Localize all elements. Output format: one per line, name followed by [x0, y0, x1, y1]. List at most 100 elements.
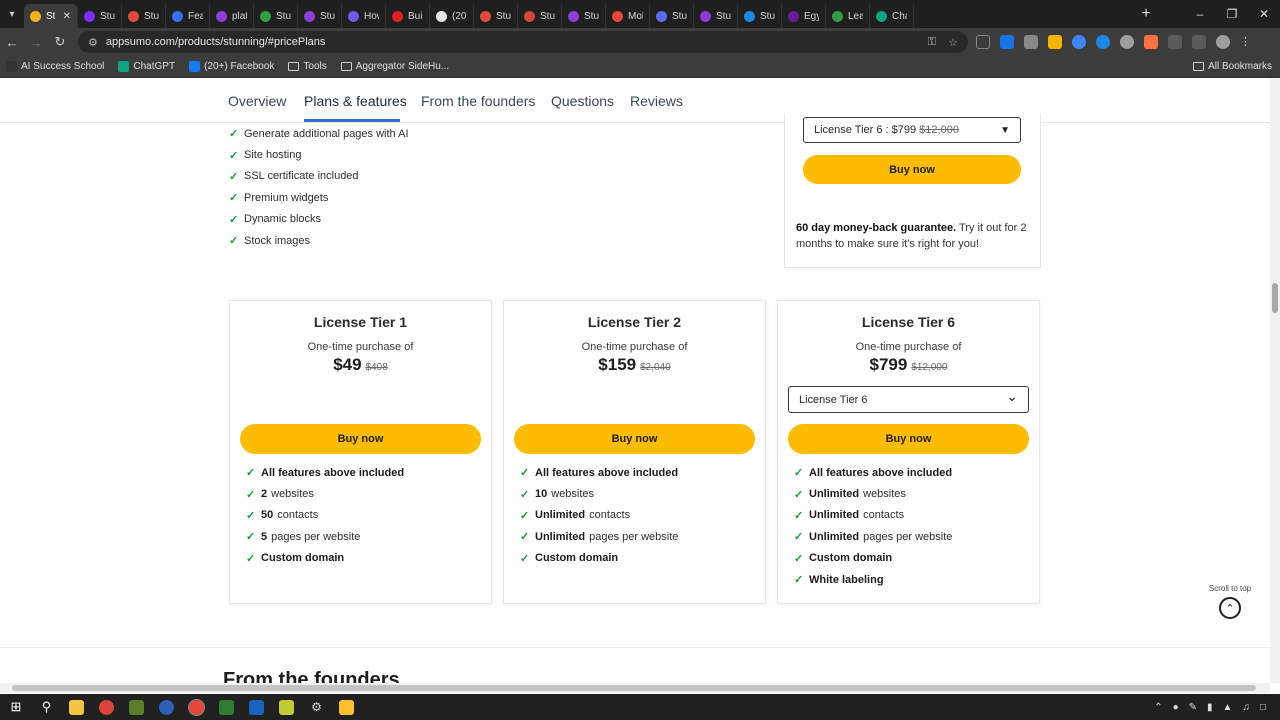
scrollbar-thumb[interactable] — [1272, 283, 1278, 313]
app-icon[interactable] — [339, 699, 354, 715]
browser-tab[interactable]: Stunni — [122, 4, 166, 28]
plan-tier-select[interactable]: License Tier 6 ⌄ — [788, 386, 1029, 413]
plan-subtitle: One-time purchase of — [855, 341, 962, 353]
forward-icon[interactable]: → — [24, 35, 48, 50]
browser-tab[interactable]: Stunni — [738, 4, 782, 28]
browser-tab[interactable]: How t — [342, 4, 386, 28]
volume-icon[interactable]: ♫ — [1242, 702, 1250, 713]
app-icon[interactable] — [279, 699, 294, 715]
pen-icon[interactable]: ✎ — [1189, 702, 1197, 713]
section-tab-1[interactable]: Plans & features — [304, 93, 407, 109]
horizontal-scrollbar[interactable] — [0, 683, 1270, 693]
browser-tab[interactable]: Learn — [826, 4, 870, 28]
extension-icon[interactable] — [1120, 35, 1134, 49]
microphone-icon[interactable]: ● — [1173, 702, 1179, 713]
buy-now-button[interactable]: Buy now — [514, 424, 755, 454]
plan-feature-item: ✓ Unlimited websites — [794, 483, 956, 504]
windows-start-icon[interactable]: ⊞ — [8, 699, 24, 715]
extension-icon[interactable] — [1096, 35, 1110, 49]
browser-tab[interactable]: St ✕ — [24, 4, 78, 28]
browser-tab[interactable]: Stunni — [254, 4, 298, 28]
extension-icon[interactable] — [976, 35, 990, 49]
new-tab-icon[interactable]: + — [1134, 5, 1158, 23]
tab-label: platfo — [232, 10, 247, 22]
app-icon[interactable] — [249, 699, 264, 715]
browser-tab[interactable]: platfo — [210, 4, 254, 28]
browser-tab[interactable]: Egypti — [782, 4, 826, 28]
browser-tab[interactable]: Stunni — [650, 4, 694, 28]
media-icon[interactable] — [1192, 35, 1206, 49]
bookmark-item[interactable]: (20+) Facebook — [189, 61, 274, 72]
browser-tab[interactable]: Stunni — [474, 4, 518, 28]
chevron-up-icon[interactable]: ⌃ — [1154, 702, 1162, 713]
bookmark-star-icon[interactable]: ☆ — [948, 36, 958, 49]
section-tab-3[interactable]: Questions — [551, 93, 614, 109]
tab-label: Featu — [188, 10, 203, 22]
battery-icon[interactable]: ▮ — [1207, 702, 1213, 713]
pricing-card: License Tier 6 One-time purchase of $799 $1… — [777, 300, 1040, 604]
feature-text: Generate additional pages with AI — [244, 127, 409, 140]
license-tier-select[interactable]: License Tier 6 : $799 $12,000 ▼ — [803, 117, 1021, 143]
feature-text: websites — [551, 488, 595, 501]
current-price: $159 — [598, 355, 637, 374]
extension-icon[interactable] — [1000, 35, 1014, 49]
bookmark-item[interactable]: ChatGPT — [118, 61, 175, 72]
browser-tab[interactable]: Stunni — [694, 4, 738, 28]
section-tab-0[interactable]: Overview — [228, 93, 286, 109]
scrollbar-thumb[interactable] — [12, 685, 1256, 691]
tab-favicon-icon — [172, 10, 183, 22]
profile-avatar[interactable] — [1216, 35, 1230, 49]
buy-now-button[interactable]: Buy now — [240, 424, 481, 454]
scroll-to-top-button[interactable]: Scroll to top ⌃ — [1200, 584, 1260, 619]
settings-icon[interactable]: ⚙ — [309, 700, 324, 715]
extension-icon[interactable] — [1144, 35, 1158, 49]
back-icon[interactable]: ← — [0, 35, 24, 50]
all-bookmarks-button[interactable]: All Bookmarks — [1193, 61, 1272, 72]
password-key-icon[interactable]: ⚿ — [928, 36, 936, 49]
section-tab-4[interactable]: Reviews — [630, 93, 683, 109]
chrome-icon[interactable] — [99, 699, 114, 715]
tab-label: ChatG — [892, 10, 907, 22]
browser-tab[interactable]: ChatG — [870, 4, 914, 28]
browser-tab[interactable]: (20) St — [430, 4, 474, 28]
buy-now-button[interactable]: Buy now — [788, 424, 1029, 454]
extension-icon[interactable] — [1048, 35, 1062, 49]
browser-tab[interactable]: Stunni — [78, 4, 122, 28]
app-icon[interactable] — [219, 699, 234, 715]
page-content: Overview Plans & features From the founder… — [0, 79, 1270, 683]
extension-icon[interactable] — [1072, 35, 1086, 49]
search-icon[interactable]: ⚲ — [39, 699, 54, 715]
bookmark-item[interactable]: Aggregator SideHu... — [340, 61, 449, 72]
buy-now-button[interactable]: Buy now — [803, 155, 1021, 184]
browser-tab[interactable]: Moha — [606, 4, 650, 28]
network-icon[interactable]: ▲ — [1223, 702, 1233, 713]
bookmark-item[interactable]: Tools — [288, 61, 327, 72]
notification-icon[interactable]: □ — [1260, 702, 1266, 713]
browser-menu-icon[interactable]: ⋮ — [1240, 35, 1254, 49]
file-explorer-icon[interactable] — [69, 699, 84, 715]
tab-search-icon[interactable]: ▾ — [0, 0, 24, 28]
chrome-icon[interactable] — [188, 698, 205, 716]
extension-icon[interactable] — [1024, 35, 1038, 49]
close-tab-icon[interactable]: ✕ — [63, 11, 71, 22]
url-input[interactable]: ⚙ appsumo.com/products/stunning/#pricePl… — [78, 31, 968, 53]
browser-tab[interactable]: Stunni — [562, 4, 606, 28]
bookmark-item[interactable]: AI Success School — [6, 61, 104, 72]
maximize-icon[interactable]: ❐ — [1216, 7, 1248, 21]
tab-favicon-icon — [84, 10, 95, 22]
browser-tab[interactable]: Featu — [166, 4, 210, 28]
browser-tab[interactable]: Stunni — [298, 4, 342, 28]
browser-tab[interactable]: Build V — [386, 4, 430, 28]
browser-tab[interactable]: Stunni — [518, 4, 562, 28]
app-icon[interactable] — [159, 699, 174, 715]
site-info-icon[interactable]: ⚙ — [88, 36, 98, 49]
section-tab-2[interactable]: From the founders — [421, 93, 535, 109]
close-window-icon[interactable]: ✕ — [1248, 7, 1280, 21]
feature-item: ✓ Dynamic blocks — [229, 209, 409, 230]
reload-icon[interactable]: ↻ — [48, 34, 72, 50]
extensions-puzzle-icon[interactable] — [1168, 35, 1182, 49]
vertical-scrollbar[interactable] — [1270, 79, 1280, 683]
app-icon[interactable] — [129, 699, 144, 715]
minimize-icon[interactable]: – — [1184, 7, 1216, 21]
tab-label: (20) St — [452, 10, 467, 22]
